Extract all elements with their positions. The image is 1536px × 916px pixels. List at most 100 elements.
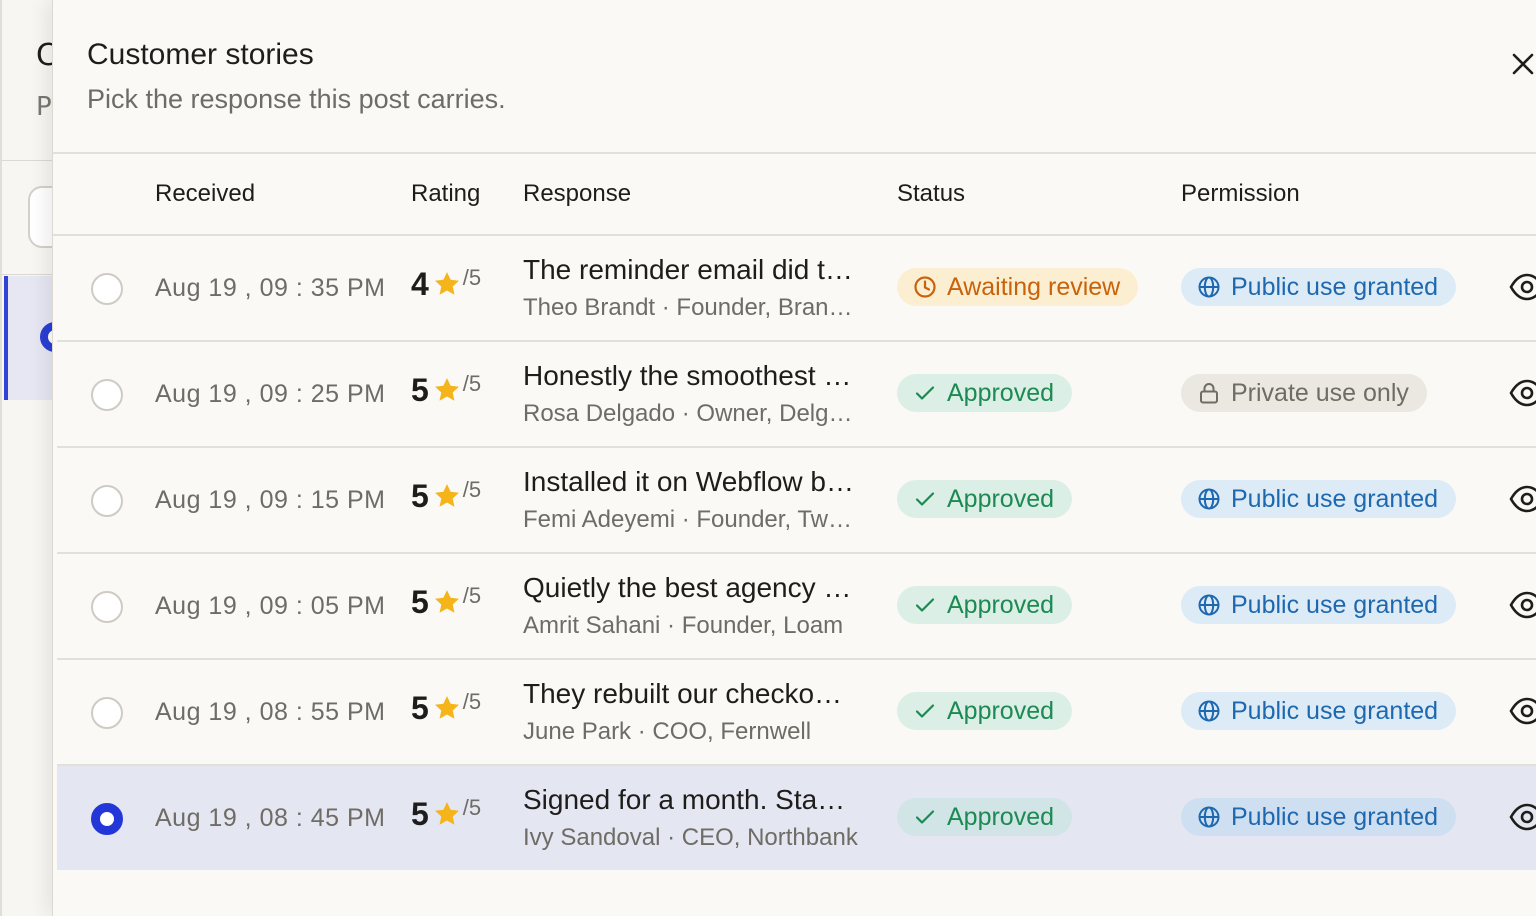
response-author: Femi Adeyemi · Founder, Tw…: [523, 506, 853, 533]
permission-label: Public use granted: [1231, 696, 1439, 725]
rating-value: 4: [411, 266, 429, 302]
globe-icon: [1198, 488, 1220, 510]
close-icon: [1512, 53, 1534, 75]
permission-badge: Public use granted: [1181, 798, 1457, 836]
row-radio[interactable]: [91, 803, 123, 835]
star-icon: [434, 484, 459, 507]
rating-suffix: /5: [462, 689, 482, 714]
permission-badge: Public use granted: [1181, 692, 1457, 730]
globe-icon: [1198, 594, 1220, 616]
check-icon: [915, 810, 935, 824]
status-label: Approved: [947, 378, 1055, 407]
permission-badge: Public use granted: [1181, 268, 1457, 306]
permission-label: Public use granted: [1231, 484, 1439, 513]
received-date: Aug 19 , 09 : 05 PM: [155, 592, 386, 620]
customer-stories-modal: Customer stories Pick the response this …: [52, 0, 1536, 916]
response-text: Honestly the smoothest …: [523, 360, 852, 391]
permission-label: Public use granted: [1231, 590, 1439, 619]
row-radio[interactable]: [91, 591, 123, 623]
response-author: Theo Brandt · Founder, Bran…: [523, 294, 853, 321]
row-radio[interactable]: [91, 485, 123, 517]
status-label: Approved: [947, 696, 1055, 725]
response-text: The reminder email did t…: [523, 254, 853, 285]
permission-badge: Public use granted: [1181, 480, 1457, 518]
table-row[interactable]: Aug 19 , 09 : 35 PM 4/5 The reminder email…: [57, 236, 1536, 342]
eye-icon[interactable]: [1509, 802, 1536, 832]
status-badge: Approved: [897, 798, 1073, 836]
rating: 4/5: [411, 265, 482, 303]
globe-icon: [1198, 806, 1220, 828]
status-label: Approved: [947, 802, 1055, 831]
status-label: Approved: [947, 484, 1055, 513]
table-row[interactable]: Aug 19 , 08 : 55 PM 5/5 They rebuilt our c…: [57, 660, 1536, 766]
header-status[interactable]: Status: [897, 180, 965, 208]
received-date: Aug 19 , 08 : 55 PM: [155, 698, 386, 726]
star-icon: [434, 696, 459, 719]
star-icon: [434, 378, 459, 401]
check-icon: [915, 492, 935, 506]
row-radio[interactable]: [91, 273, 123, 305]
rating: 5/5: [411, 583, 482, 621]
header-rating[interactable]: Rating: [411, 180, 480, 208]
response-text: Signed for a month. Sta…: [523, 784, 846, 815]
received-date: Aug 19 , 09 : 35 PM: [155, 274, 386, 302]
eye-icon[interactable]: [1509, 378, 1536, 408]
table-row[interactable]: Aug 19 , 09 : 25 PM 5/5 Honestly the smoot…: [57, 342, 1536, 448]
response-author: June Park · COO, Fernwell: [523, 718, 812, 745]
eye-icon[interactable]: [1509, 272, 1536, 302]
rating: 5/5: [411, 477, 482, 515]
close-button[interactable]: [1503, 44, 1536, 84]
header-received[interactable]: Received: [155, 180, 255, 208]
background-page: C P: [0, 0, 78, 916]
rating-suffix: /5: [462, 265, 482, 290]
table-row[interactable]: Aug 19 , 09 : 15 PM 5/5 Installed it on We…: [57, 448, 1536, 554]
rating-suffix: /5: [462, 477, 482, 502]
background-subtitle: P: [36, 92, 52, 122]
table-header: Received Rating Response Status Permissi…: [53, 154, 1536, 236]
permission-label: Private use only: [1231, 378, 1409, 407]
globe-icon: [1198, 276, 1220, 298]
modal-title: Customer stories: [87, 38, 314, 71]
rating: 5/5: [411, 689, 482, 727]
permission-badge: Private use only: [1181, 374, 1427, 412]
received-date: Aug 19 , 09 : 15 PM: [155, 486, 386, 514]
globe-icon: [1198, 700, 1220, 722]
modal-subtitle: Pick the response this post carries.: [87, 84, 506, 114]
rating-value: 5: [411, 372, 429, 408]
table-row[interactable]: Aug 19 , 09 : 05 PM 5/5 Quietly the best a…: [57, 554, 1536, 660]
header-response[interactable]: Response: [523, 180, 631, 208]
rating: 5/5: [411, 371, 482, 409]
rating: 5/5: [411, 795, 482, 833]
rating-value: 5: [411, 690, 429, 726]
eye-icon[interactable]: [1509, 696, 1536, 726]
row-radio[interactable]: [91, 379, 123, 411]
status-badge: Approved: [897, 692, 1073, 730]
header-permission[interactable]: Permission: [1181, 180, 1300, 208]
rating-value: 5: [411, 584, 429, 620]
received-date: Aug 19 , 08 : 45 PM: [155, 804, 386, 832]
table-row[interactable]: Aug 19 , 08 : 45 PM 5/5 Signed for a month…: [57, 766, 1536, 870]
check-icon: [915, 598, 935, 612]
star-icon: [434, 590, 459, 613]
check-icon: [915, 386, 935, 400]
status-label: Approved: [947, 590, 1055, 619]
rating-suffix: /5: [462, 795, 482, 820]
check-icon: [915, 704, 935, 718]
rating-suffix: /5: [462, 371, 482, 396]
status-badge: Awaiting review: [897, 268, 1139, 306]
status-label: Awaiting review: [947, 272, 1121, 301]
rating-value: 5: [411, 478, 429, 514]
rating-suffix: /5: [462, 583, 482, 608]
status-badge: Approved: [897, 586, 1073, 624]
response-author: Amrit Sahani · Founder, Loam: [523, 612, 844, 639]
response-text: They rebuilt our checko…: [523, 678, 843, 709]
received-date: Aug 19 , 09 : 25 PM: [155, 380, 386, 408]
eye-icon[interactable]: [1509, 590, 1536, 620]
eye-icon[interactable]: [1509, 484, 1536, 514]
lock-icon: [1200, 383, 1218, 404]
row-radio[interactable]: [91, 697, 123, 729]
status-badge: Approved: [897, 374, 1073, 412]
clock-icon: [914, 276, 936, 298]
response-text: Installed it on Webflow b…: [523, 466, 854, 497]
response-text: Quietly the best agency …: [523, 572, 852, 603]
